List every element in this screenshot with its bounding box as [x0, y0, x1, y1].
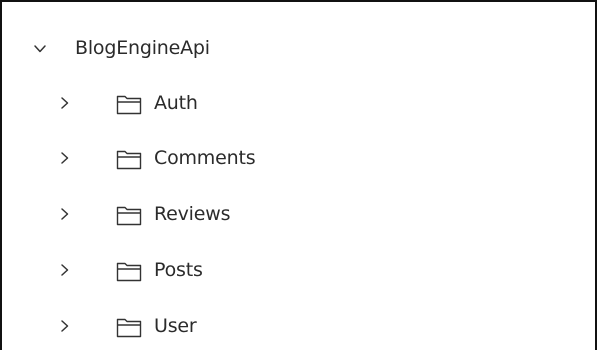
- tree-item-label: User: [154, 315, 197, 337]
- folder-icon: [115, 315, 143, 339]
- chevron-down-icon[interactable]: [33, 42, 47, 56]
- tree-item-label: Reviews: [154, 203, 231, 225]
- folder-icon: [115, 92, 143, 116]
- tree-item-label: Posts: [154, 259, 203, 281]
- tree-item-user[interactable]: User: [2, 306, 595, 346]
- tree-item-label: Auth: [154, 92, 198, 114]
- chevron-right-icon[interactable]: [59, 206, 71, 222]
- tree-root-blogengineapi[interactable]: BlogEngineApi: [2, 28, 595, 68]
- chevron-right-icon[interactable]: [59, 150, 71, 166]
- chevron-right-icon[interactable]: [59, 95, 71, 111]
- chevron-right-icon[interactable]: [59, 262, 71, 278]
- tree-item-comments[interactable]: Comments: [2, 138, 595, 178]
- folder-icon: [115, 203, 143, 227]
- chevron-right-icon[interactable]: [59, 318, 71, 334]
- tree-item-posts[interactable]: Posts: [2, 250, 595, 290]
- tree-item-auth[interactable]: Auth: [2, 83, 595, 123]
- folder-icon: [115, 147, 143, 171]
- tree-root-label: BlogEngineApi: [75, 37, 210, 59]
- folder-icon: [115, 259, 143, 283]
- sidebar-panel: BlogEngineApi Auth Comments Reviews Post…: [0, 0, 597, 350]
- tree-item-label: Comments: [154, 147, 256, 169]
- tree-item-reviews[interactable]: Reviews: [2, 194, 595, 234]
